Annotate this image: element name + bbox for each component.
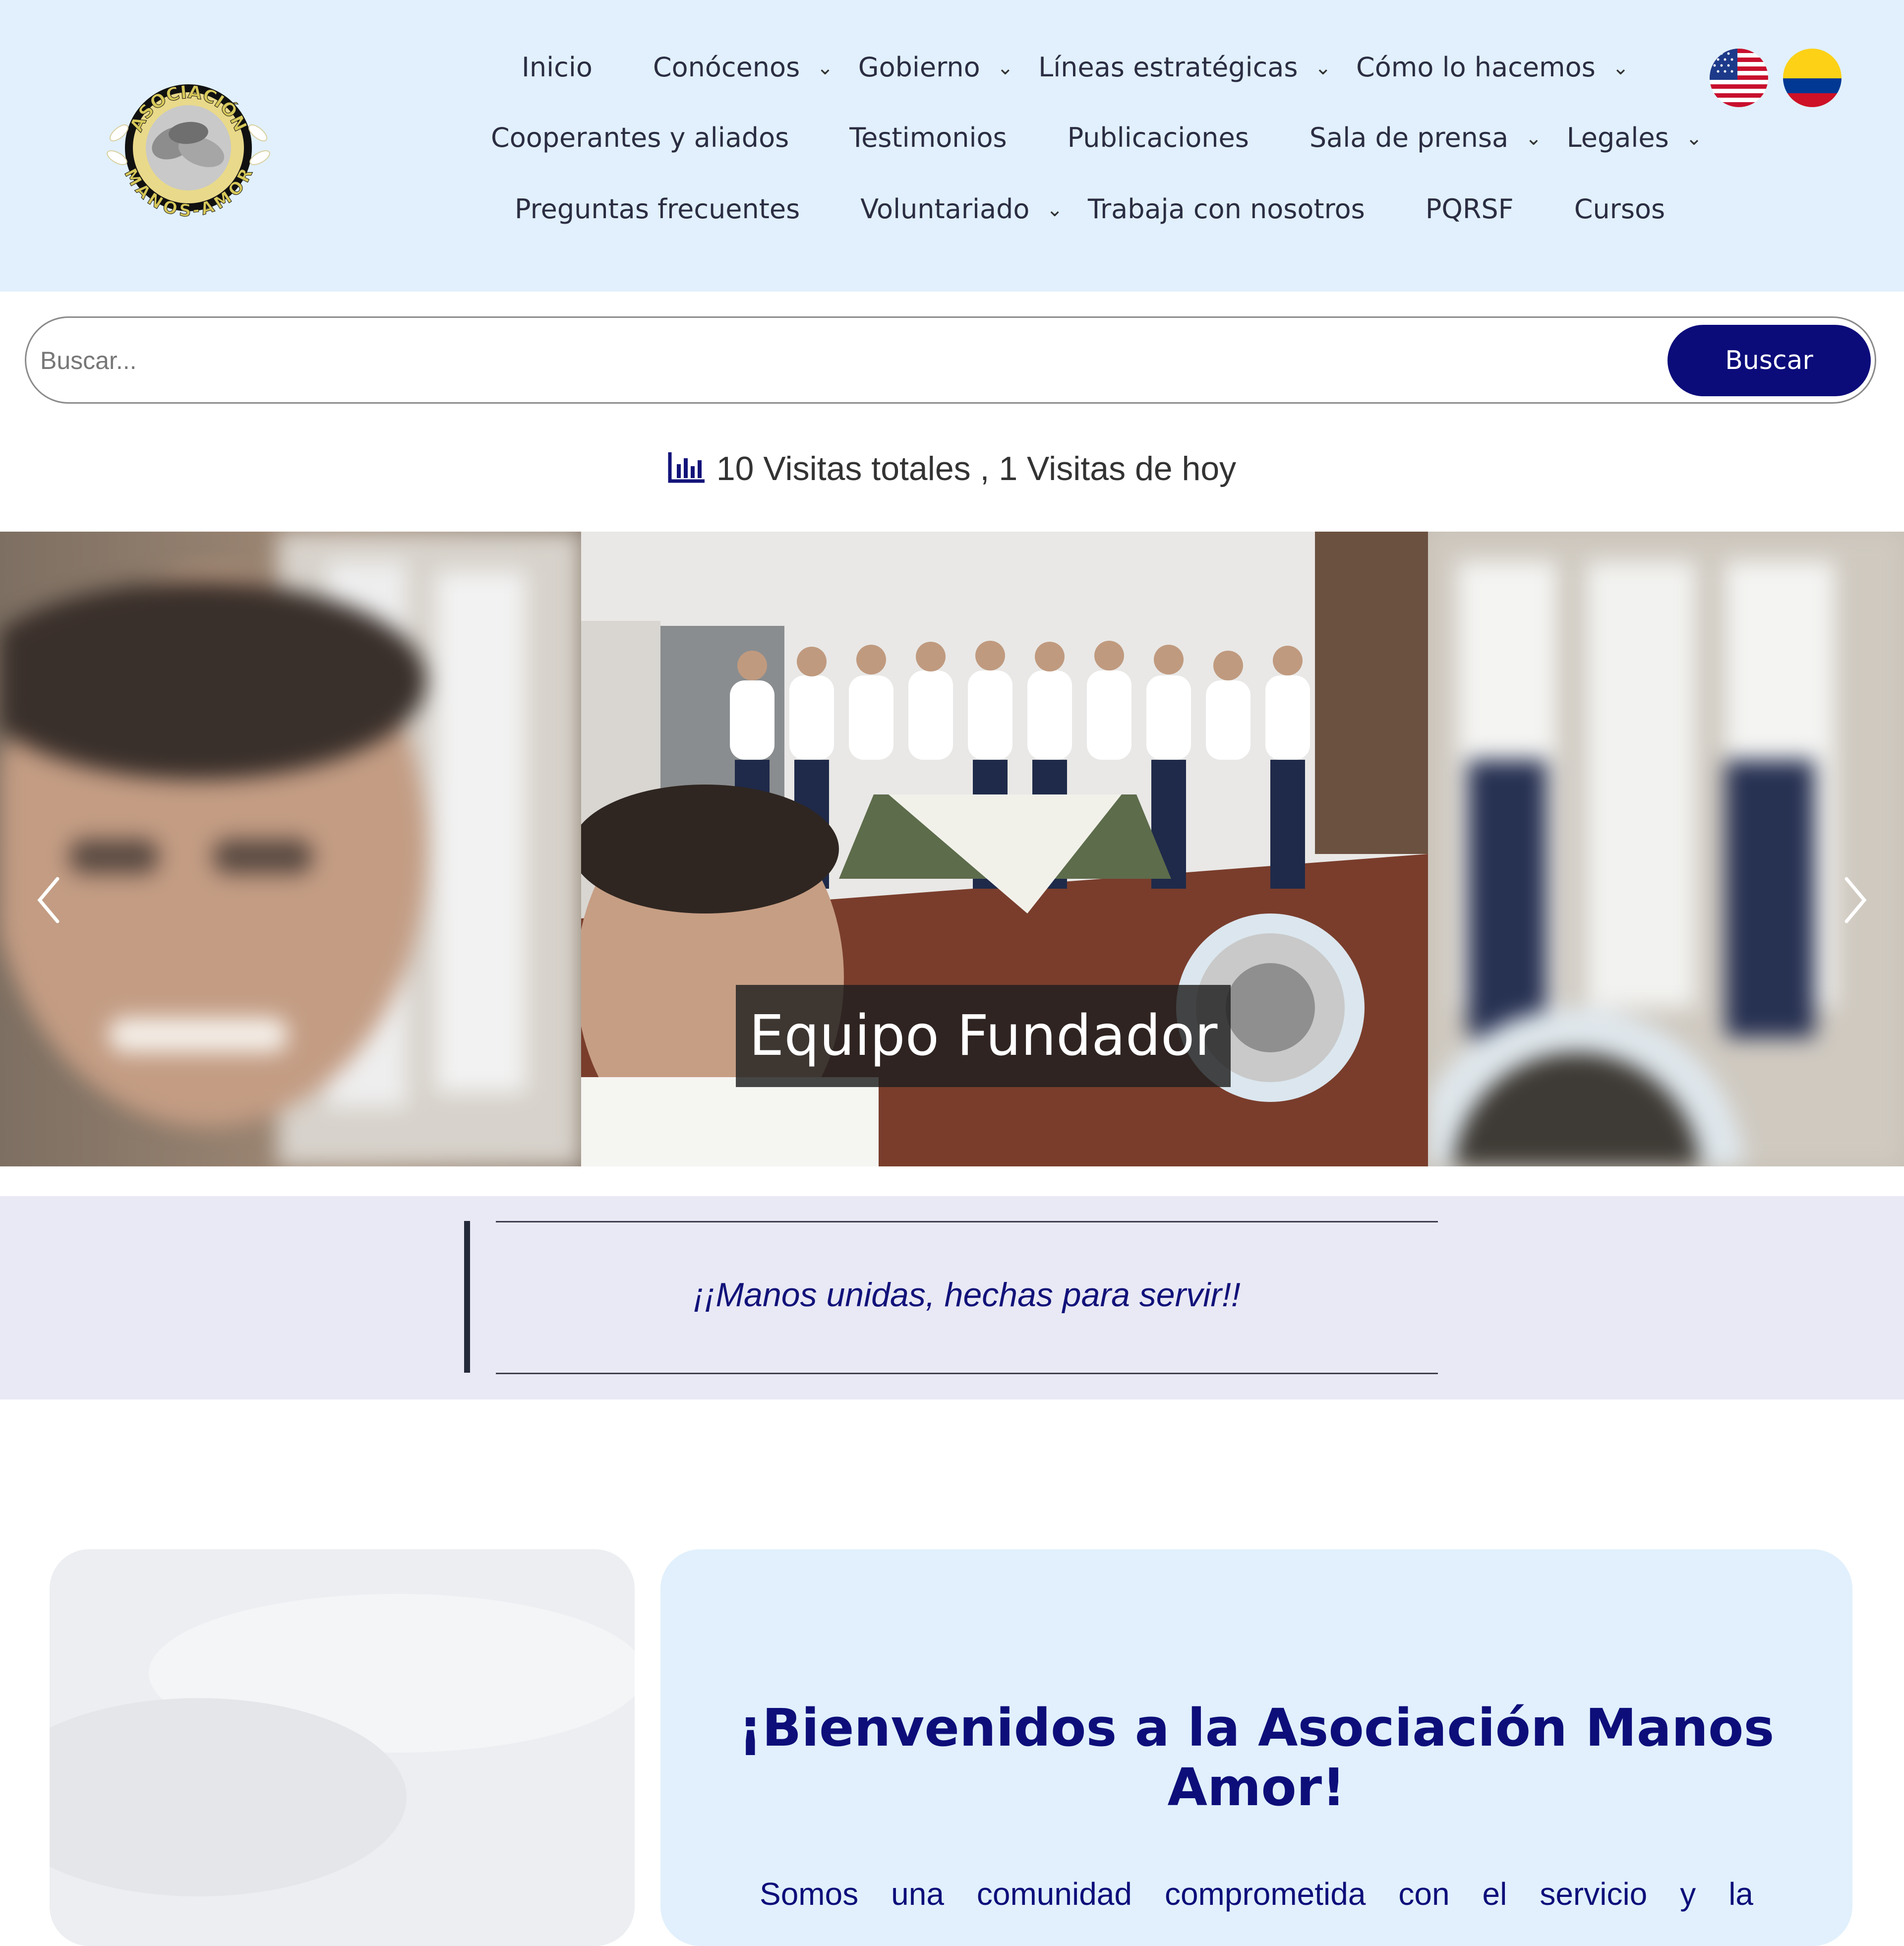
nav-prensa-label: Sala de prensa — [1309, 122, 1509, 153]
site-header: ASOCIACIÓN MANOS-AMOR Inicio Conócenos ⌄ … — [0, 0, 1904, 292]
motto-quote: ¡¡Manos unidas, hechas para servir!! — [693, 1276, 1241, 1314]
chevron-down-icon: ⌄ — [1046, 198, 1063, 221]
search-input[interactable] — [39, 333, 1677, 388]
nav-cursos[interactable]: Cursos — [1574, 193, 1665, 225]
nav-lineas-estrategicas[interactable]: Líneas estratégicas ⌄ — [1038, 52, 1331, 83]
chevron-right-icon — [1844, 877, 1867, 923]
welcome-text: Somos una comunidad comprometida con el … — [760, 1876, 1753, 1912]
nav-como-lo-hacemos[interactable]: Cómo lo hacemos ⌄ — [1356, 52, 1629, 83]
nav-conocenos-label: Conócenos — [653, 52, 800, 83]
carousel-next-slide — [1428, 532, 1904, 1166]
nav-legales[interactable]: Legales ⌄ — [1567, 122, 1703, 153]
carousel-prev-arrow[interactable] — [30, 873, 69, 927]
chevron-down-icon: ⌄ — [1314, 57, 1332, 79]
chevron-down-icon: ⌄ — [1685, 127, 1703, 150]
nav-gobierno-label: Gobierno — [858, 52, 980, 83]
sky-photo — [50, 1549, 635, 1946]
nav-gobierno[interactable]: Gobierno ⌄ — [858, 52, 1013, 83]
welcome-title: ¡Bienvenidos a la Asociación Manos Amor! — [738, 1698, 1775, 1818]
chevron-down-icon: ⌄ — [1525, 127, 1542, 150]
carousel-caption: Equipo Fundador — [736, 985, 1231, 1087]
nav-como-label: Cómo lo hacemos — [1356, 52, 1596, 83]
nav-preguntas-frecuentes[interactable]: Preguntas frecuentes — [515, 193, 800, 225]
search-bar: Buscar — [25, 316, 1876, 404]
quote-bar — [464, 1221, 470, 1373]
nav-legales-label: Legales — [1566, 122, 1669, 153]
blurred-slide-photo — [1428, 532, 1904, 1166]
blurred-slide-photo — [0, 532, 581, 1166]
chevron-down-icon: ⌄ — [997, 57, 1014, 79]
nav-trabaja-con-nosotros[interactable]: Trabaja con nosotros — [1088, 193, 1365, 225]
welcome-card: ¡Bienvenidos a la Asociación Manos Amor!… — [660, 1549, 1852, 1946]
bar-chart-icon — [668, 452, 705, 483]
nav-row-3: Preguntas frecuentes Voluntariado ⌄ Traba… — [515, 193, 1665, 225]
nav-lineas-label: Líneas estratégicas — [1038, 52, 1298, 83]
nav-row-1: Inicio Conócenos ⌄ Gobierno ⌄ Líneas estra… — [522, 52, 1629, 83]
search-button[interactable]: Buscar — [1667, 325, 1871, 396]
chevron-down-icon: ⌄ — [817, 57, 833, 79]
nav-publicaciones[interactable]: Publicaciones — [1068, 122, 1249, 153]
nav-sala-de-prensa[interactable]: Sala de prensa ⌄ — [1309, 122, 1542, 153]
manos-amor-logo[interactable]: ASOCIACIÓN MANOS-AMOR — [99, 59, 278, 237]
visit-counter: 10 Visitas totales , 1 Visitas de hoy — [0, 449, 1904, 488]
english-flag[interactable] — [1710, 49, 1768, 107]
motto-section: ¡¡Manos unidas, hechas para servir!! — [0, 1196, 1904, 1399]
chevron-down-icon: ⌄ — [1612, 57, 1629, 79]
welcome-image-card — [50, 1549, 635, 1946]
carousel-next-arrow[interactable] — [1835, 873, 1874, 927]
carousel-prev-slide — [0, 532, 581, 1166]
divider-bottom — [496, 1373, 1438, 1374]
nav-cooperantes[interactable]: Cooperantes y aliados — [491, 122, 789, 153]
nav-inicio[interactable]: Inicio — [522, 52, 593, 83]
spanish-colombia-flag[interactable] — [1783, 49, 1842, 107]
nav-conocenos[interactable]: Conócenos ⌄ — [653, 52, 833, 83]
nav-row-2: Cooperantes y aliados Testimonios Public… — [491, 122, 1702, 153]
nav-voluntariado-label: Voluntariado — [860, 193, 1030, 225]
nav-testimonios[interactable]: Testimonios — [849, 122, 1007, 153]
nav-pqrsf[interactable]: PQRSF — [1426, 193, 1514, 225]
visit-counter-text: 10 Visitas totales , 1 Visitas de hoy — [716, 450, 1237, 487]
divider-top — [496, 1221, 1438, 1222]
nav-voluntariado[interactable]: Voluntariado ⌄ — [860, 193, 1063, 225]
chevron-left-icon — [37, 877, 60, 923]
